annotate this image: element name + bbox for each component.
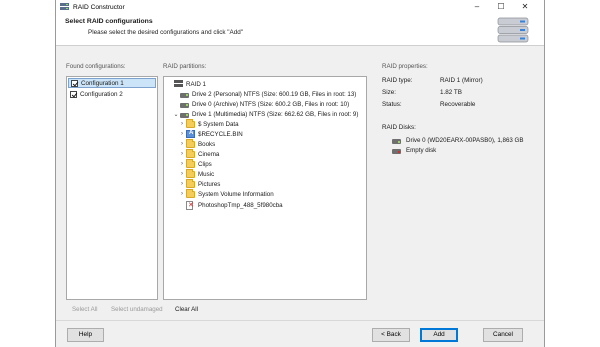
raid-partitions-label: RAID partitions: [163,63,207,70]
raid-disk-row: Drive 0 (WD20EARX-00PASB0), 1,863 GB [392,136,524,145]
tree-node[interactable]: › Music [178,168,215,179]
chevron-right-icon[interactable]: › [178,161,186,167]
folder-icon [186,138,195,148]
configuration-label: Configuration 1 [81,79,124,87]
raid-disk-row: Empty disk [392,146,436,155]
tree-node-label: PhotoshopTmp_488_5f980cba [198,201,283,209]
raid-size-label: Size: [382,89,396,96]
folder-icon [186,188,195,198]
folder-icon [186,158,195,168]
tree-node-label: Pictures [198,180,221,188]
clear-all-link[interactable]: Clear All [175,306,198,313]
chevron-right-icon[interactable]: › [178,191,186,197]
help-button[interactable]: Help [67,328,104,342]
system-folder-icon [186,130,195,138]
tree-node-label: RAID 1 [186,80,206,88]
raid-status-value: Recoverable [440,101,476,108]
chevron-right-icon[interactable]: › [178,171,186,177]
tree-node[interactable]: › $RECYCLE.BIN [178,129,243,139]
folder-icon [186,168,195,178]
configurations-list[interactable]: Configuration 1 Configuration 2 [66,76,158,300]
chevron-down-icon[interactable]: ⌄ [172,111,180,118]
raid-constructor-window: RAID Constructor – ☐ ✕ Select RAID confi… [55,0,545,347]
wizard-header: Select RAID configurations Please select… [56,14,544,46]
chevron-right-icon[interactable]: › [178,131,186,137]
tree-node[interactable]: RAID 1 [166,79,206,89]
chevron-right-icon[interactable]: › [178,141,186,147]
raid-disk-label: Drive 0 (WD20EARX-00PASB0), 1,863 GB [406,137,524,144]
tree-node-label: $ System Data [198,120,239,128]
tree-node[interactable]: PhotoshopTmp_488_5f980cba [178,200,283,210]
raid-disk-label: Empty disk [406,147,437,154]
configuration-label: Configuration 2 [80,90,123,98]
empty-disk-icon [392,149,401,154]
maximize-icon: ☐ [497,2,505,11]
page-title: Select RAID configurations [65,18,153,25]
tree-node[interactable]: › $ System Data [178,118,239,129]
chevron-right-icon[interactable]: › [178,121,186,127]
maximize-button[interactable]: ☐ [489,0,513,14]
found-configurations-label: Found configurations: [66,63,126,70]
close-icon: ✕ [521,2,529,11]
chevron-right-icon[interactable]: › [178,181,186,187]
tree-node-label: Drive 2 (Personal) NTFS (Size: 600.19 GB… [192,90,357,98]
raid-disks-label: RAID Disks: [382,124,416,131]
configuration-checkbox[interactable] [71,79,78,87]
footer-divider [56,320,544,321]
tree-node[interactable]: › Clips [178,158,212,169]
raid-status-label: Status: [382,101,402,108]
select-undamaged-link[interactable]: Select undamaged [111,306,163,313]
drive-icon [392,139,401,144]
configuration-item[interactable]: Configuration 2 [68,89,156,99]
drive-icon [180,92,189,98]
deleted-file-icon [186,200,194,210]
page-subtitle: Please select the desired configurations… [88,29,243,36]
chevron-right-icon[interactable]: › [178,151,186,157]
tree-node-label: Clips [198,160,212,168]
tree-node-label: Music [198,170,215,178]
raid-array-icon [497,17,529,43]
tree-node[interactable]: ⌄ Drive 1 (Multimedia) NTFS (Size: 662.6… [172,109,358,119]
tree-node[interactable]: Drive 0 (Archive) NTFS (Size: 600.2 GB, … [172,99,349,109]
tree-node-label: Books [198,140,216,148]
title-bar: RAID Constructor – ☐ ✕ [56,0,544,14]
tree-node-label: Drive 1 (Multimedia) NTFS (Size: 662.62 … [192,110,359,118]
minimize-button[interactable]: – [465,0,489,14]
cancel-button[interactable]: Cancel [483,328,523,342]
add-button[interactable]: Add [420,328,458,342]
tree-node[interactable]: › Pictures [178,178,221,189]
partitions-tree[interactable]: RAID 1 Drive 2 (Personal) NTFS (Size: 60… [163,76,367,300]
tree-node-label: Cinema [198,150,220,158]
drive-icon [180,102,189,108]
folder-icon [186,148,195,158]
raid-type-value: RAID 1 (Mirror) [440,77,483,84]
tree-node-label: $RECYCLE.BIN [198,130,243,138]
folder-icon [186,118,195,128]
tree-node[interactable]: › Cinema [178,148,220,159]
configuration-checkbox[interactable] [70,90,77,98]
drive-icon [180,112,189,118]
configuration-item[interactable]: Configuration 1 [68,78,156,88]
tree-node[interactable]: › Books [178,138,216,149]
tree-node[interactable]: › System Volume Information [178,188,274,199]
raid-icon [174,80,183,88]
window-title: RAID Constructor [73,3,125,11]
tree-node-label: Drive 0 (Archive) NTFS (Size: 600.2 GB, … [192,100,350,108]
close-button[interactable]: ✕ [513,0,537,14]
select-all-link[interactable]: Select All [72,306,97,313]
raid-app-icon [60,3,69,10]
tree-node-label: System Volume Information [198,190,274,198]
raid-type-label: RAID type: [382,77,413,84]
back-button[interactable]: < Back [372,328,410,342]
folder-icon [186,178,195,188]
raid-size-value: 1.82 TB [440,89,462,96]
tree-node[interactable]: Drive 2 (Personal) NTFS (Size: 600.19 GB… [172,89,356,99]
raid-properties-label: RAID properties: [382,63,428,70]
minimize-icon: – [474,2,480,11]
